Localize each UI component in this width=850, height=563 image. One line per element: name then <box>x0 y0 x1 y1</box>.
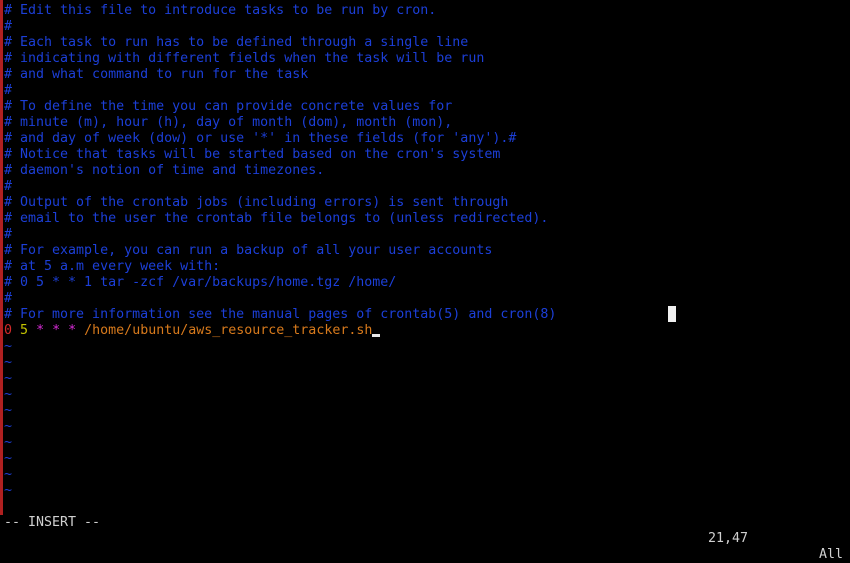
comment-line: # <box>4 179 13 194</box>
comment-line: # at 5 a.m every week with: <box>4 259 221 274</box>
comment-line: # Edit this file to introduce tasks to b… <box>4 3 437 18</box>
cron-month: * <box>52 323 61 338</box>
left-margin-bar <box>0 0 3 515</box>
cursor-position: 21,47 <box>708 531 749 546</box>
comment-line: # Notice that tasks will be started base… <box>4 147 501 162</box>
empty-line-marker: ~ <box>4 355 13 370</box>
empty-line-marker: ~ <box>4 339 13 354</box>
scroll-indicator: All <box>819 547 844 562</box>
comment-line: # indicating with different fields when … <box>4 51 485 66</box>
text-cursor <box>372 334 381 337</box>
empty-line-marker: ~ <box>4 371 13 386</box>
comment-line: # email to the user the crontab file bel… <box>4 211 549 226</box>
empty-line-marker: ~ <box>4 451 13 466</box>
comment-line: # <box>4 227 13 242</box>
cron-entry-line[interactable]: 0 5 * * * /home/ubuntu/aws_resource_trac… <box>4 323 850 339</box>
mode-indicator: -- INSERT -- <box>4 515 101 530</box>
comment-line: # <box>4 19 13 34</box>
comment-line: # daemon's notion of time and timezones. <box>4 163 325 178</box>
comment-line: # For example, you can run a backup of a… <box>4 243 493 258</box>
comment-line: # Each task to run has to be defined thr… <box>4 35 469 50</box>
empty-line-marker: ~ <box>4 483 13 498</box>
mouse-text-cursor <box>668 306 676 322</box>
empty-line-marker: ~ <box>4 435 13 450</box>
empty-line-marker: ~ <box>4 419 13 434</box>
comment-line: # and what command to run for the task <box>4 67 309 82</box>
empty-line-marker: ~ <box>4 387 13 402</box>
comment-line: # For more information see the manual pa… <box>4 307 557 322</box>
comment-line: # <box>4 291 13 306</box>
empty-line-marker: ~ <box>4 403 13 418</box>
cron-day-of-month: * <box>36 323 45 338</box>
cron-hour: 5 <box>20 323 29 338</box>
comment-line: # minute (m), hour (h), day of month (do… <box>4 115 453 130</box>
comment-line: # and day of week (dow) or use '*' in th… <box>4 131 517 146</box>
status-bar: -- INSERT -- 21,47 All <box>4 499 846 562</box>
cron-day-of-week: * <box>68 323 77 338</box>
cron-command: /home/ubuntu/aws_resource_tracker.sh <box>84 323 373 338</box>
comment-line: # Output of the crontab jobs (including … <box>4 195 509 210</box>
comment-line: # <box>4 83 13 98</box>
comment-line: # 0 5 * * 1 tar -zcf /var/backups/home.t… <box>4 275 397 290</box>
comment-line: # To define the time you can provide con… <box>4 99 453 114</box>
empty-line-marker: ~ <box>4 467 13 482</box>
cron-minute: 0 <box>4 323 13 338</box>
vim-editor[interactable]: # Edit this file to introduce tasks to b… <box>4 3 850 499</box>
